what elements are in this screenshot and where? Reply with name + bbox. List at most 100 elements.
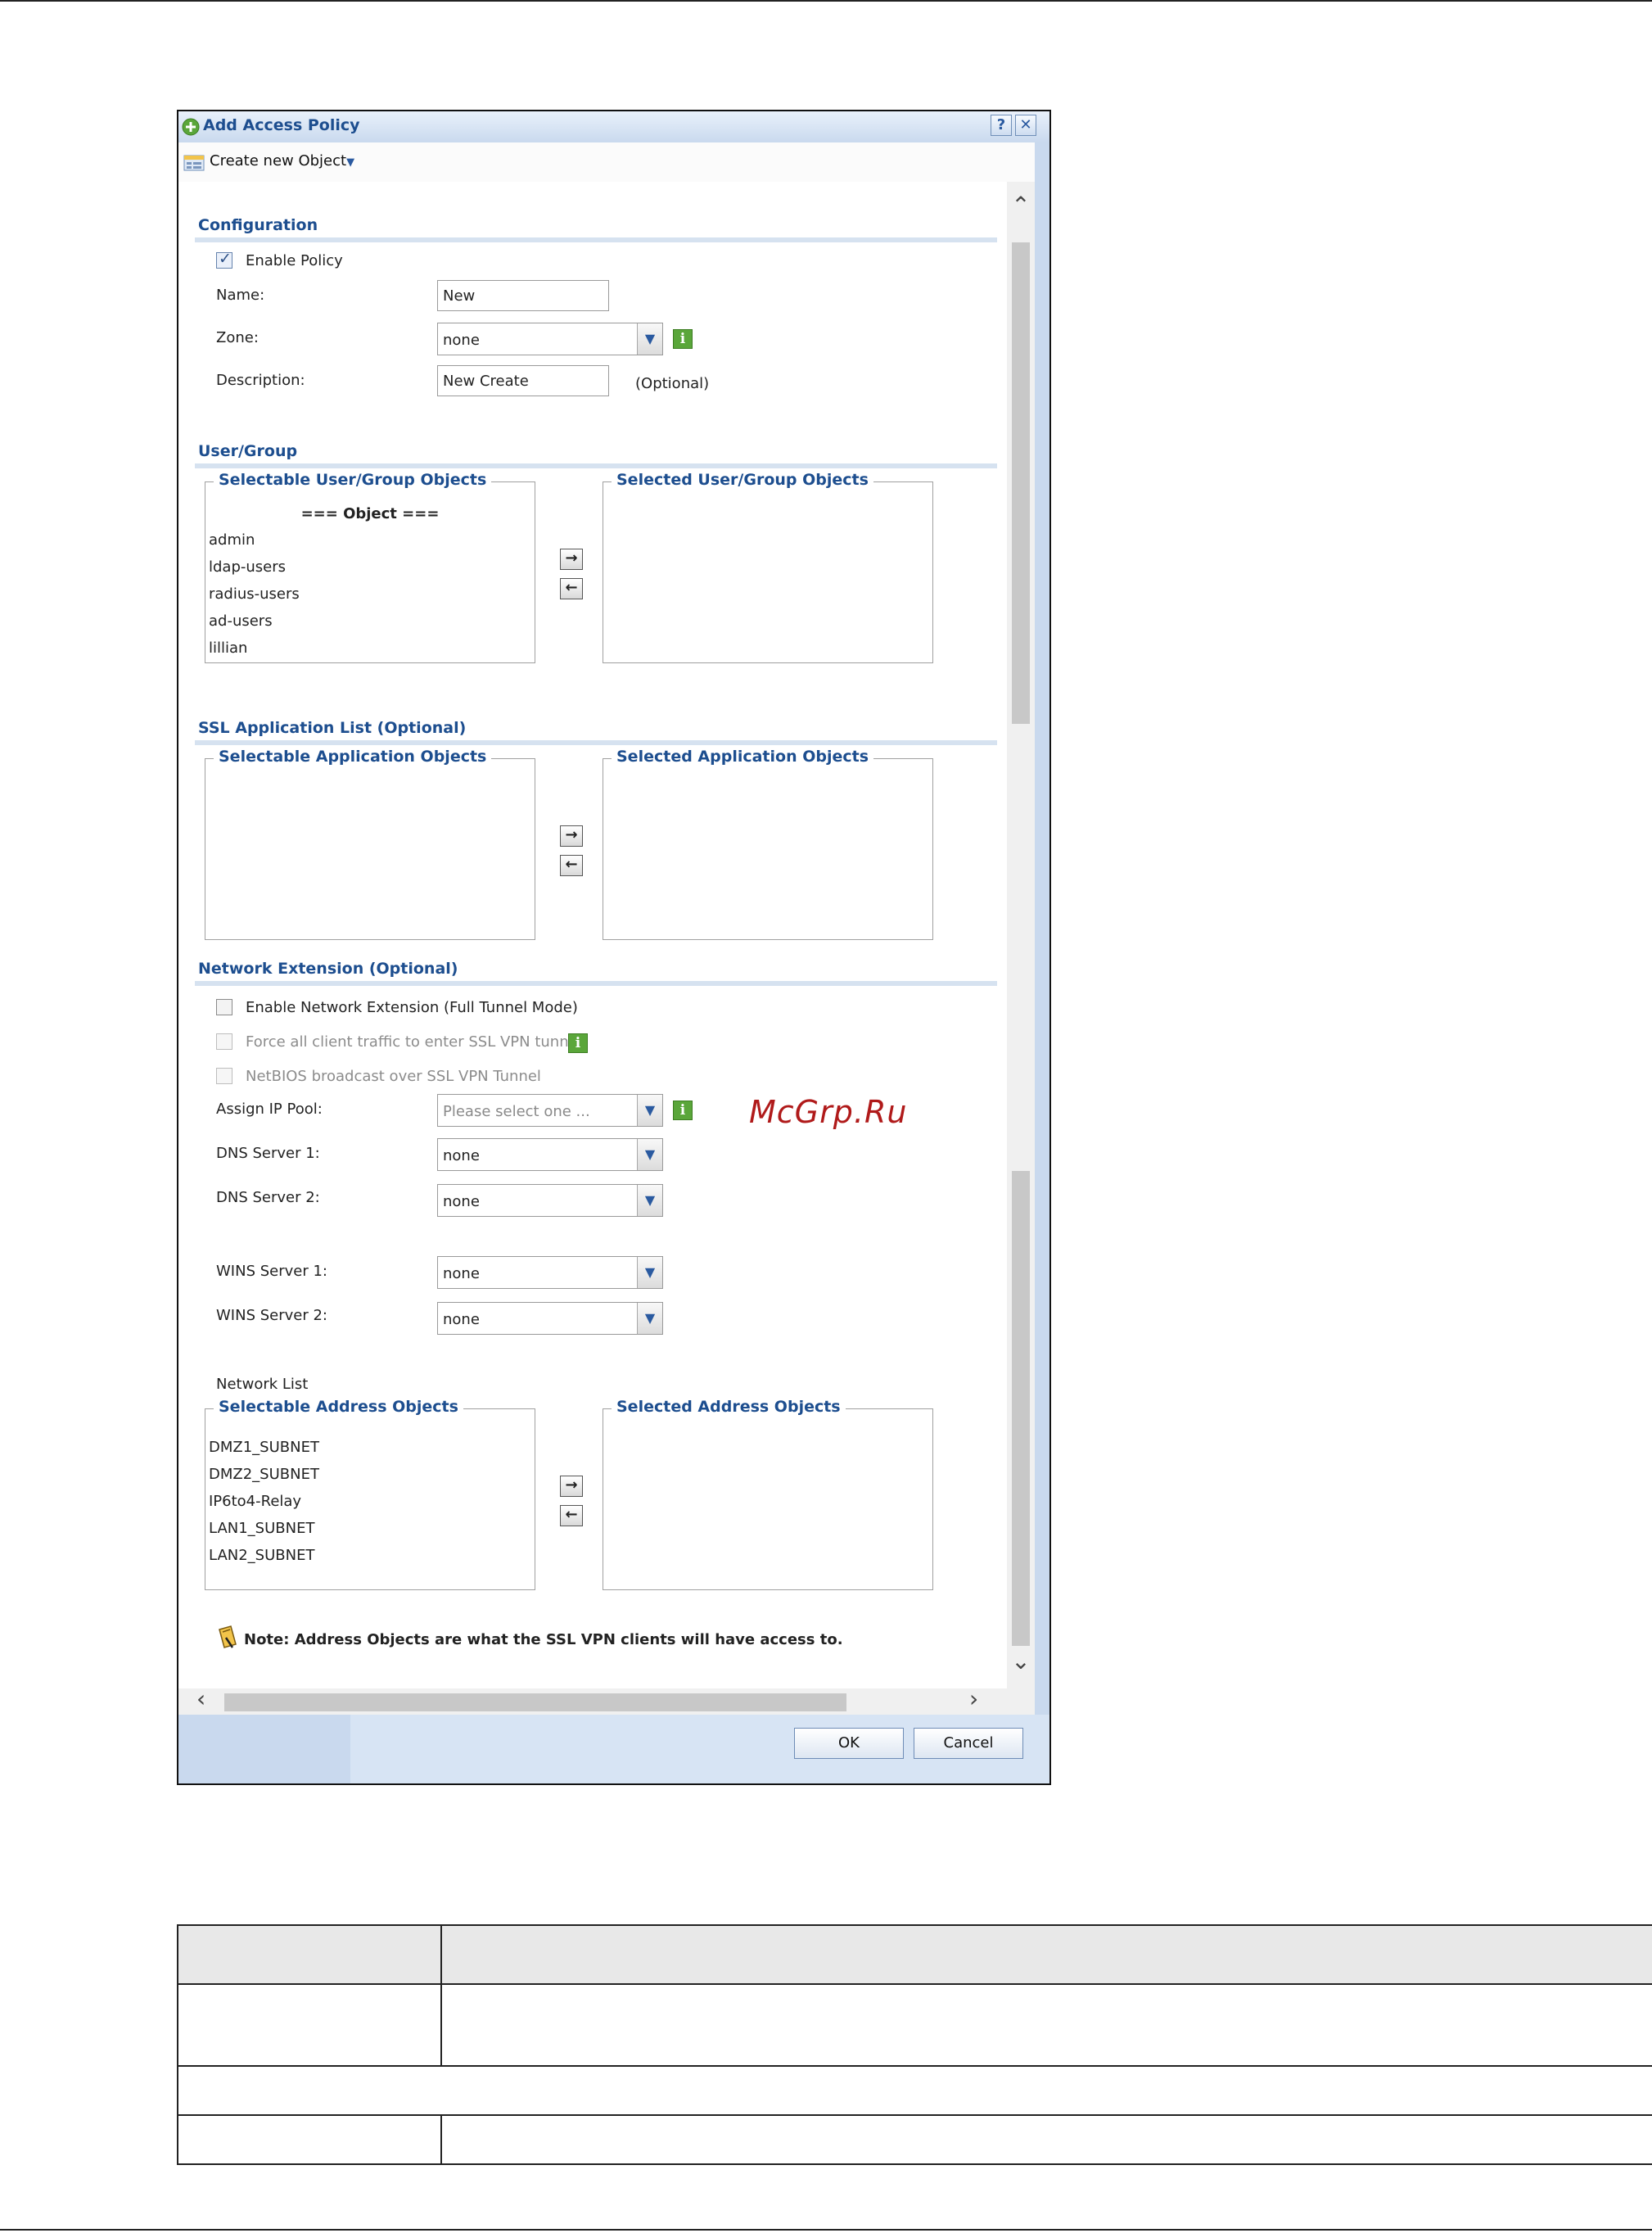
enable-network-extension-label: Enable Network Extension (Full Tunnel Mo… (246, 999, 578, 1016)
selected-user-group-title: Selected User/Group Objects (612, 471, 873, 489)
description-input[interactable]: New Create (437, 365, 609, 396)
selected-application-title: Selected Application Objects (612, 748, 874, 766)
address-objects-note: Note: Address Objects are what the SSL V… (244, 1631, 843, 1648)
move-right-arrow-icon[interactable]: → (560, 549, 583, 570)
dns-server-2-value: none (443, 1193, 480, 1210)
list-item[interactable]: admin (209, 531, 255, 549)
info-icon[interactable]: i (673, 1101, 693, 1120)
selectable-application-list[interactable]: Selectable Application Objects (205, 748, 535, 940)
section-title-configuration: Configuration (198, 216, 318, 234)
chevron-down-icon[interactable]: ▼ (637, 1139, 662, 1170)
ok-button[interactable]: OK (794, 1728, 904, 1759)
object-header-item: === Object === (300, 505, 440, 522)
optional-hint: (Optional) (635, 375, 710, 392)
chevron-down-icon[interactable]: ▼ (637, 1303, 662, 1334)
move-left-arrow-icon[interactable]: ← (560, 855, 583, 876)
network-list-label: Network List (216, 1376, 309, 1393)
help-button[interactable]: ? (991, 115, 1012, 136)
info-icon[interactable]: i (568, 1033, 588, 1053)
table-cell (177, 1983, 442, 2067)
list-item[interactable]: LAN2_SUBNET (209, 1547, 314, 1564)
watermark-text: McGrp.Ru (749, 1094, 908, 1130)
dns-server-1-select[interactable]: none ▼ (437, 1138, 663, 1171)
create-new-object-label: Create new Object (210, 152, 347, 170)
wins-server-2-label: WINS Server 2: (216, 1307, 327, 1324)
enable-network-extension-checkbox[interactable] (216, 999, 232, 1015)
selected-user-group-list[interactable]: Selected User/Group Objects (603, 471, 933, 663)
netbios-broadcast-label: NetBIOS broadcast over SSL VPN Tunnel (246, 1068, 541, 1085)
scroll-up-icon[interactable]: ⌃ (1007, 192, 1035, 219)
chevron-down-icon[interactable]: ▼ (637, 323, 662, 355)
toolbar: Create new Object▼ (178, 142, 1049, 183)
move-right-arrow-icon[interactable]: → (560, 1476, 583, 1497)
bottom-rule (0, 2229, 1652, 2231)
create-object-icon (183, 155, 205, 171)
enable-policy-checkbox[interactable] (216, 250, 232, 269)
wins-server-2-value: none (443, 1311, 480, 1328)
selectable-address-title: Selectable Address Objects (214, 1398, 463, 1416)
chevron-down-icon[interactable]: ▼ (637, 1185, 662, 1216)
move-left-arrow-icon[interactable]: ← (560, 1505, 583, 1526)
move-left-arrow-icon[interactable]: ← (560, 578, 583, 599)
section-divider (195, 237, 997, 242)
zone-select[interactable]: none ▼ (437, 323, 663, 355)
info-icon[interactable]: i (673, 329, 693, 349)
table-section-row (177, 2065, 1652, 2116)
dropdown-arrow-icon: ▼ (346, 156, 355, 169)
list-item[interactable]: ldap-users (209, 558, 286, 576)
create-new-object-menu[interactable]: Create new Object▼ (210, 152, 354, 170)
dialog-content: Configuration Enable Policy Name: New Zo… (178, 182, 1007, 1688)
horizontal-scroll-thumb[interactable] (224, 1693, 846, 1711)
force-client-traffic-label: Force all client traffic to enter SSL VP… (246, 1033, 582, 1051)
force-client-traffic-checkbox[interactable] (216, 1033, 232, 1050)
add-icon (182, 118, 200, 136)
selectable-user-group-list[interactable]: Selectable User/Group Objects === Object… (205, 471, 535, 663)
scroll-left-icon[interactable]: ‹ (196, 1685, 205, 1712)
wins-server-2-select[interactable]: none ▼ (437, 1302, 663, 1335)
note-icon (219, 1625, 237, 1648)
zone-label: Zone: (216, 329, 259, 346)
list-item[interactable]: DMZ1_SUBNET (209, 1439, 319, 1456)
list-item[interactable]: ad-users (209, 612, 273, 630)
table-cell (440, 1983, 1652, 2067)
scroll-right-icon[interactable]: › (969, 1685, 978, 1712)
table-cell (177, 2114, 442, 2165)
selected-application-list[interactable]: Selected Application Objects (603, 748, 933, 940)
dns-server-1-label: DNS Server 1: (216, 1145, 320, 1162)
netbios-broadcast-checkbox[interactable] (216, 1068, 232, 1084)
section-title-user-group: User/Group (198, 442, 298, 460)
section-divider (195, 981, 997, 986)
table-cell (440, 2114, 1652, 2165)
list-item[interactable]: DMZ2_SUBNET (209, 1466, 319, 1483)
close-button[interactable]: ✕ (1015, 115, 1036, 136)
chevron-down-icon[interactable]: ▼ (637, 1257, 662, 1288)
assign-ip-pool-select[interactable]: Please select one ... ▼ (437, 1094, 663, 1127)
name-input[interactable]: New (437, 280, 609, 311)
description-label: Description: (216, 372, 305, 389)
cancel-button[interactable]: Cancel (914, 1728, 1023, 1759)
list-item[interactable]: radius-users (209, 585, 300, 603)
list-item[interactable]: IP6to4-Relay (209, 1493, 301, 1510)
list-item[interactable]: lillian (209, 640, 247, 657)
assign-ip-pool-placeholder: Please select one ... (443, 1103, 590, 1120)
wins-server-1-label: WINS Server 1: (216, 1263, 327, 1280)
vertical-scrollbar[interactable]: ⌃ ⌄ (1007, 182, 1035, 1688)
add-access-policy-dialog: Add Access Policy ? ✕ Create new Object▼… (177, 110, 1051, 1785)
title-bar: Add Access Policy ? ✕ (178, 111, 1049, 143)
top-rule (0, 0, 1652, 2)
scroll-down-icon[interactable]: ⌄ (1007, 1648, 1035, 1675)
dialog-frame-right (1035, 142, 1049, 1783)
list-item[interactable]: LAN1_SUBNET (209, 1520, 314, 1537)
selected-address-list[interactable]: Selected Address Objects (603, 1398, 933, 1590)
assign-ip-pool-label: Assign IP Pool: (216, 1101, 323, 1118)
dns-server-2-select[interactable]: none ▼ (437, 1184, 663, 1217)
horizontal-scrollbar[interactable]: ‹ › (178, 1685, 1035, 1715)
vertical-scroll-thumb[interactable] (1012, 242, 1030, 724)
dialog-footer: OK Cancel (178, 1715, 1049, 1783)
move-right-arrow-icon[interactable]: → (560, 825, 583, 847)
selectable-address-list[interactable]: Selectable Address Objects DMZ1_SUBNET D… (205, 1398, 535, 1590)
wins-server-1-select[interactable]: none ▼ (437, 1256, 663, 1289)
chevron-down-icon[interactable]: ▼ (637, 1095, 662, 1126)
vertical-scroll-track-lower (1012, 1171, 1030, 1646)
table-header-cell-1 (177, 1924, 442, 1985)
